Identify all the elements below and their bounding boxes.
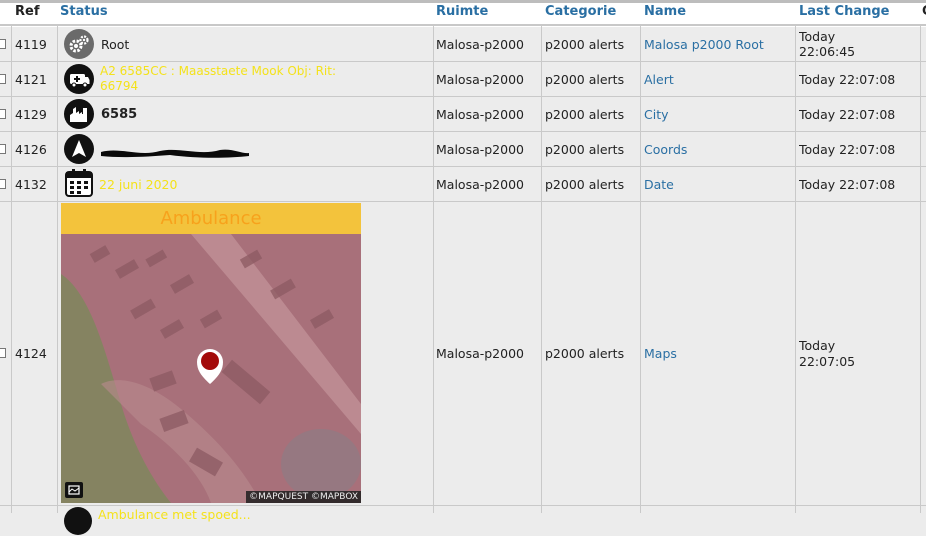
status-text: Root	[101, 36, 130, 52]
ref-cell: 4126	[15, 141, 47, 157]
column-divider	[57, 26, 58, 513]
table-row[interactable]: 4129 6585 Malosa-p2000 p2000 alerts City…	[0, 97, 926, 132]
ref-cell: 4132	[15, 176, 47, 192]
column-divider	[541, 26, 542, 513]
device-name-link[interactable]: Malosa p2000 Root	[644, 27, 764, 61]
map-banner: Ambulance	[61, 203, 361, 234]
map-widget[interactable]: Ambulance ©MAPQUEST ©MAPBOX	[61, 203, 361, 503]
ambulance-icon	[64, 507, 92, 535]
map-layers-icon[interactable]	[65, 482, 83, 498]
col-header-name[interactable]: Name	[644, 2, 686, 22]
ref-cell: 4119	[15, 36, 47, 52]
col-header-ruimte[interactable]: Ruimte	[436, 2, 488, 22]
last-change-time: 22:07:05	[799, 353, 856, 369]
row-checkbox[interactable]	[0, 179, 6, 189]
city-icon	[64, 99, 94, 129]
row-checkbox[interactable]	[0, 74, 6, 84]
ref-cell: 4129	[15, 106, 47, 122]
last-change-day: Today	[799, 337, 836, 353]
ambulance-icon	[64, 64, 94, 94]
device-name-link[interactable]: Maps	[644, 202, 677, 505]
col-header-extra[interactable]: C	[922, 2, 926, 22]
categorie-cell: p2000 alerts	[545, 176, 625, 192]
last-change-cell: Today 22:07:08	[799, 176, 896, 192]
row-checkbox[interactable]	[0, 39, 6, 49]
column-divider	[11, 26, 12, 513]
map-attribution: ©MAPQUEST ©MAPBOX	[246, 491, 361, 503]
table-row[interactable]: Ambulance met spoed...	[0, 506, 926, 536]
col-header-status[interactable]: Status	[60, 2, 108, 22]
table-row[interactable]: 4119 Root Malosa-p2000 p2000 alerts Malo…	[0, 27, 926, 62]
last-change-cell: Today 22:07:08	[799, 141, 896, 157]
city-value: 6585	[101, 106, 138, 122]
col-header-last-change[interactable]: Last Change	[799, 2, 889, 22]
redaction-scribble	[101, 149, 249, 158]
column-divider	[795, 26, 796, 513]
categorie-cell: p2000 alerts	[545, 71, 625, 87]
table-row[interactable]: 4121 A2 6585CC : Maasstaete Mook Obj: Ri…	[0, 62, 926, 97]
device-name-link[interactable]: City	[644, 97, 669, 131]
alert-message-text: Ambulance met spoed...	[98, 507, 251, 522]
row-checkbox[interactable]	[0, 348, 6, 358]
last-change-cell: Today 22:07:05	[799, 202, 855, 505]
last-change-time: 22:06:45	[799, 44, 856, 59]
ruimte-cell: Malosa-p2000	[436, 176, 524, 192]
device-name-link[interactable]: Alert	[644, 62, 674, 96]
alert-message-text: A2 6585CC : Maasstaete Mook Obj: Rit: 66…	[100, 64, 337, 93]
date-value: 22 juni 2020	[99, 176, 178, 192]
ruimte-cell: Malosa-p2000	[436, 106, 524, 122]
ruimte-cell: Malosa-p2000	[436, 346, 524, 361]
table-row[interactable]: 4132 22 juni 2020 Malosa-p2000 p2000 ale…	[0, 167, 926, 202]
categorie-cell: p2000 alerts	[545, 346, 625, 361]
gears-icon	[64, 29, 94, 59]
device-name-link[interactable]: Date	[644, 167, 674, 201]
ruimte-cell: Malosa-p2000	[436, 141, 524, 157]
column-divider	[640, 26, 641, 513]
column-divider	[920, 26, 921, 513]
ref-cell: 4121	[15, 71, 47, 87]
categorie-cell: p2000 alerts	[545, 106, 625, 122]
col-header-categorie[interactable]: Categorie	[545, 2, 616, 22]
ruimte-cell: Malosa-p2000	[436, 71, 524, 87]
last-change-cell: Today 22:06:45	[799, 27, 855, 61]
ruimte-cell: Malosa-p2000	[436, 36, 524, 52]
header-divider	[0, 24, 926, 26]
satellite-map[interactable]	[61, 234, 361, 503]
categorie-cell: p2000 alerts	[545, 36, 625, 52]
row-checkbox[interactable]	[0, 109, 6, 119]
calendar-icon	[64, 168, 94, 201]
categorie-cell: p2000 alerts	[545, 141, 625, 157]
last-change-day: Today	[799, 29, 836, 44]
last-change-cell: Today 22:07:08	[799, 106, 896, 122]
device-name-link[interactable]: Coords	[644, 132, 687, 166]
column-divider	[433, 26, 434, 513]
last-change-cell: Today 22:07:08	[799, 71, 896, 87]
row-checkbox[interactable]	[0, 144, 6, 154]
col-header-ref[interactable]: Ref	[15, 2, 39, 22]
navigation-arrow-icon	[64, 134, 94, 164]
ref-cell: 4124	[15, 346, 47, 361]
